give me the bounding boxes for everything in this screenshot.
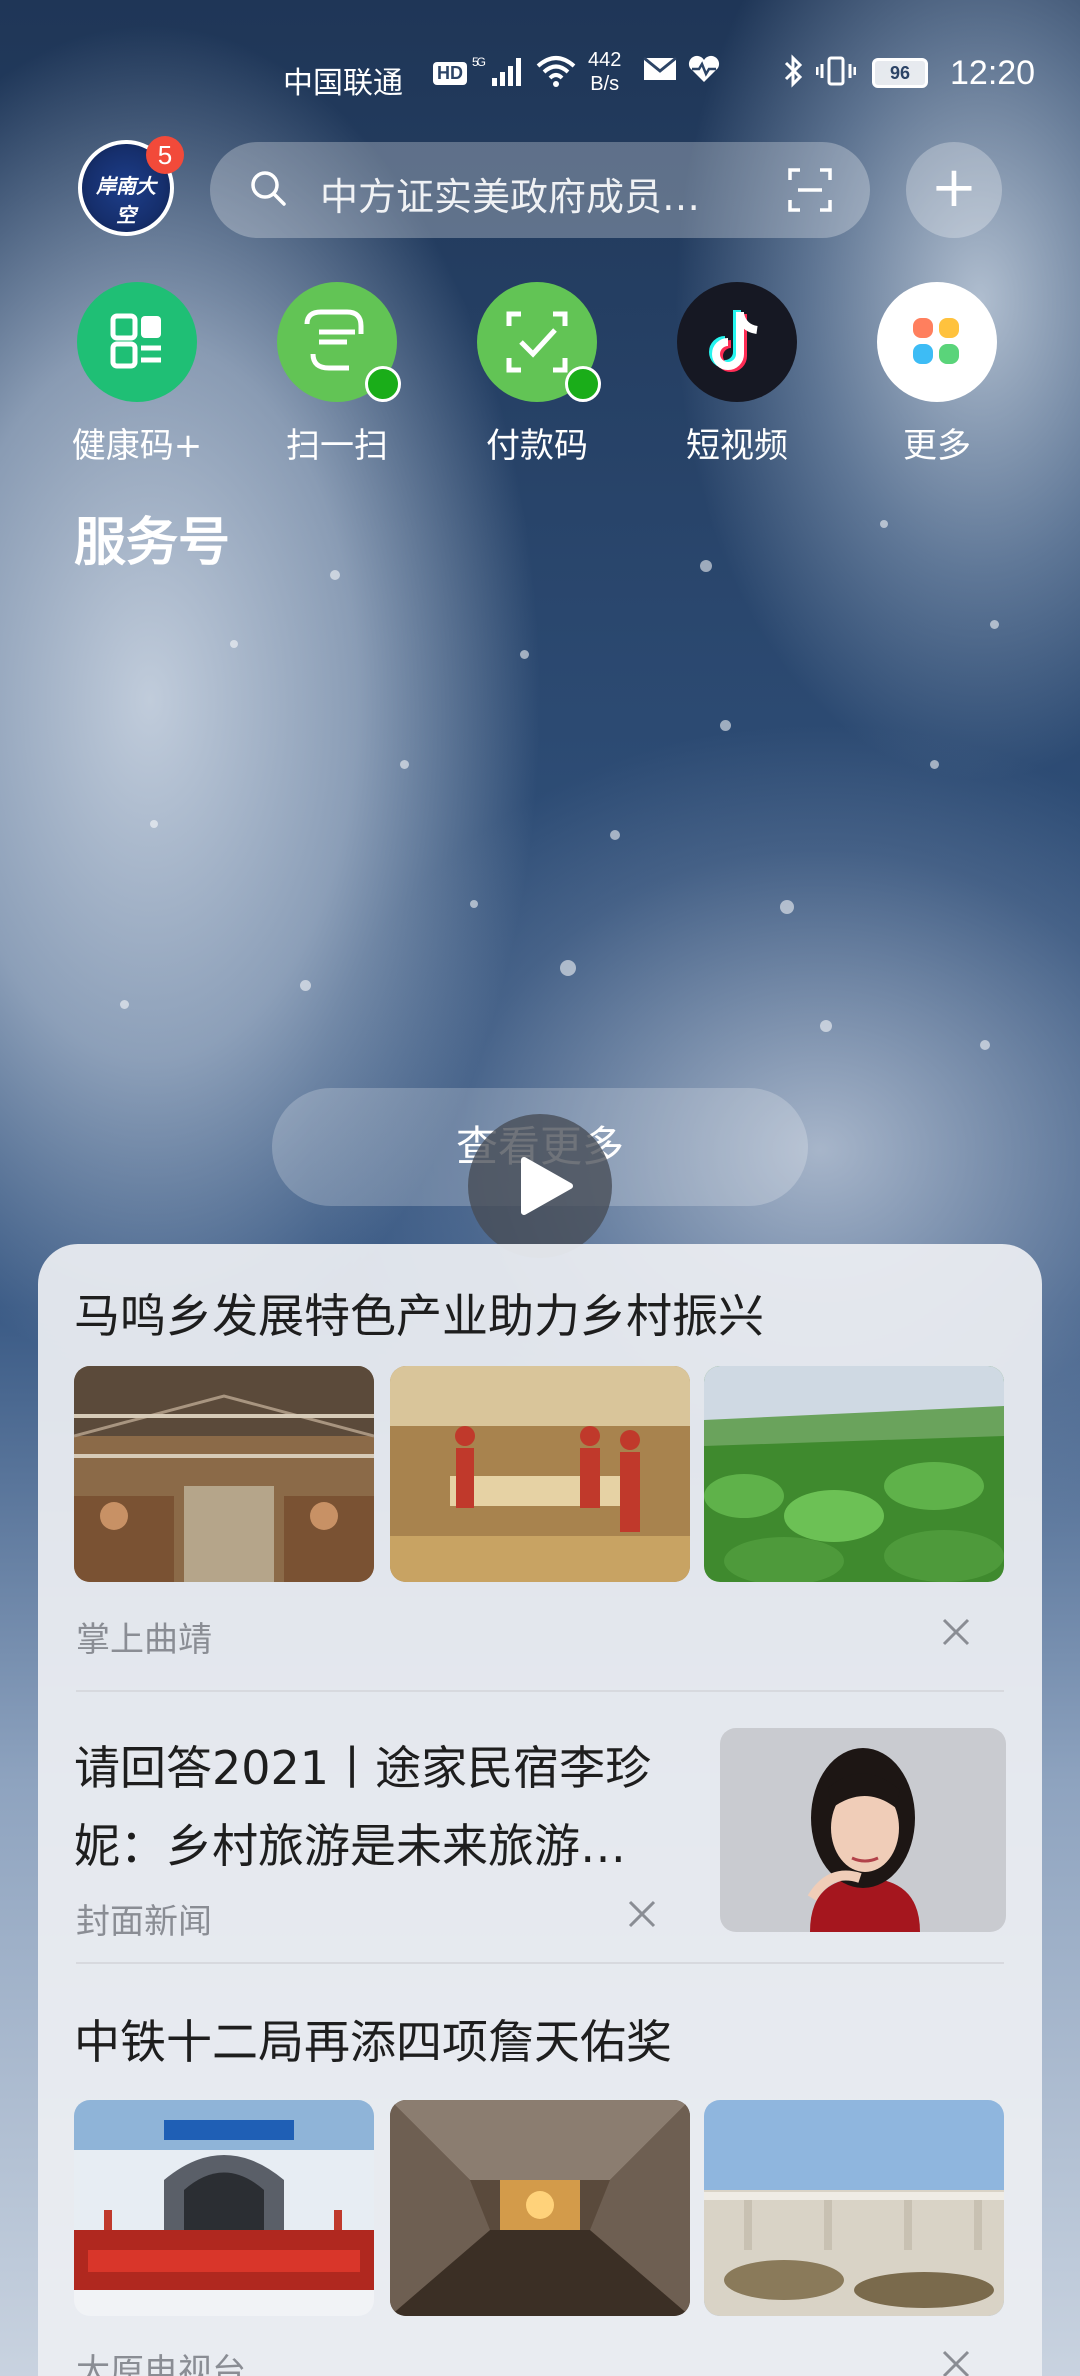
- health-heart-icon: [686, 54, 722, 92]
- hd-icon: HD: [433, 62, 467, 85]
- snowflake: [300, 980, 311, 991]
- snowflake: [720, 720, 731, 731]
- app-label: 更多: [903, 426, 971, 466]
- wechat-scan-icon: [277, 282, 401, 402]
- news-thumbnail-tobacco-workers: [390, 1366, 690, 1582]
- app-label: 短视频: [686, 426, 788, 466]
- signal-icon: 5G: [472, 54, 532, 95]
- divider: [76, 1962, 1004, 1964]
- svg-text:5G: 5G: [472, 55, 486, 69]
- snowflake: [700, 560, 712, 572]
- news-thumbnail-portrait: [720, 1728, 1006, 1932]
- bluetooth-icon: [780, 54, 806, 96]
- carrier-name: 中国联通: [283, 67, 403, 100]
- snowflake: [520, 650, 529, 659]
- news-thumbnail-bridge: [704, 2100, 1004, 2316]
- snowflake: [120, 1000, 129, 1009]
- status-bar: 中国联通 HD 5G 442 B/s 96 12:20: [0, 40, 1080, 110]
- wifi-icon: [536, 54, 576, 96]
- avatar-logo-text: 岸南大空: [96, 174, 156, 227]
- search-bar[interactable]: 中方证实美政府成员…: [210, 142, 870, 238]
- snowflake: [820, 1020, 832, 1032]
- news-thumbnail-barn: [74, 1366, 374, 1582]
- section-title: 服务号: [74, 513, 231, 573]
- douyin-icon: [677, 282, 797, 402]
- speed-value: 442: [588, 49, 622, 71]
- snowflake: [980, 1040, 990, 1050]
- news-thumbnail-tunnel-interior: [390, 2100, 690, 2316]
- play-button[interactable]: [468, 1114, 612, 1258]
- app-label: 健康码+: [71, 426, 203, 466]
- snowflake: [400, 760, 409, 769]
- divider: [76, 1690, 1004, 1692]
- app-more[interactable]: 更多: [862, 282, 1012, 467]
- snowflake: [330, 570, 340, 580]
- news-title-line1: 请回答2021丨途家民宿李珍: [74, 1741, 652, 1795]
- search-placeholder: 中方证实美政府成员…: [320, 175, 701, 219]
- snowflake: [560, 960, 576, 976]
- app-label: 扫一扫: [286, 426, 388, 466]
- scan-icon[interactable]: [786, 166, 834, 214]
- news-thumbnail-tunnel-ceremony: [74, 2100, 374, 2316]
- search-icon: [251, 171, 286, 206]
- close-icon[interactable]: [938, 2346, 974, 2376]
- snowflake: [930, 760, 939, 769]
- snowflake: [230, 640, 238, 648]
- app-label: 付款码: [486, 426, 588, 466]
- mail-icon: [642, 54, 678, 92]
- health-code-icon: [77, 282, 197, 402]
- snowflake: [880, 520, 888, 528]
- news-source: 掌上曲靖: [76, 1620, 212, 1660]
- snowflake: [990, 620, 999, 629]
- snowflake: [470, 900, 478, 908]
- vibrate-icon: [815, 54, 857, 95]
- notification-badge: 5: [146, 136, 184, 174]
- news-source: 封面新闻: [76, 1902, 212, 1942]
- close-icon[interactable]: [624, 1896, 660, 1932]
- app-pay-code[interactable]: 付款码: [462, 282, 612, 467]
- play-icon: [521, 1157, 573, 1215]
- news-title: 中铁十二局再添四项詹天佑奖: [74, 2015, 672, 2069]
- news-thumbnail-tobacco-field: [704, 1366, 1004, 1582]
- clock-time: 12:20: [950, 54, 1036, 92]
- snowflake: [780, 900, 794, 914]
- snowflake: [610, 830, 620, 840]
- snowflake: [150, 820, 158, 828]
- more-apps-icon: [877, 282, 997, 402]
- news-source: 太原电视台: [76, 2352, 246, 2376]
- speed-unit: B/s: [590, 73, 620, 95]
- close-icon[interactable]: [938, 1614, 974, 1650]
- app-scan[interactable]: 扫一扫: [262, 282, 412, 467]
- wechat-badge-icon: [565, 366, 601, 402]
- news-title-line2: 妮：乡村旅游是未来旅游…: [74, 1819, 626, 1873]
- news-feed-card: 马鸣乡发展特色产业助力乡村振兴 掌上曲靖 请回答2021丨途家民宿李珍 妮：乡村…: [38, 1244, 1042, 2376]
- network-speed: 442 B/s: [588, 48, 621, 96]
- app-short-video[interactable]: 短视频: [662, 282, 812, 467]
- wechat-pay-icon: [477, 282, 601, 402]
- app-health-code[interactable]: 健康码+: [62, 282, 212, 467]
- avatar[interactable]: 岸南大空 5: [78, 136, 184, 236]
- add-button[interactable]: +: [906, 142, 1002, 238]
- news-title: 马鸣乡发展特色产业助力乡村振兴: [74, 1289, 764, 1343]
- battery-icon: 96: [872, 58, 928, 88]
- wechat-badge-icon: [365, 366, 401, 402]
